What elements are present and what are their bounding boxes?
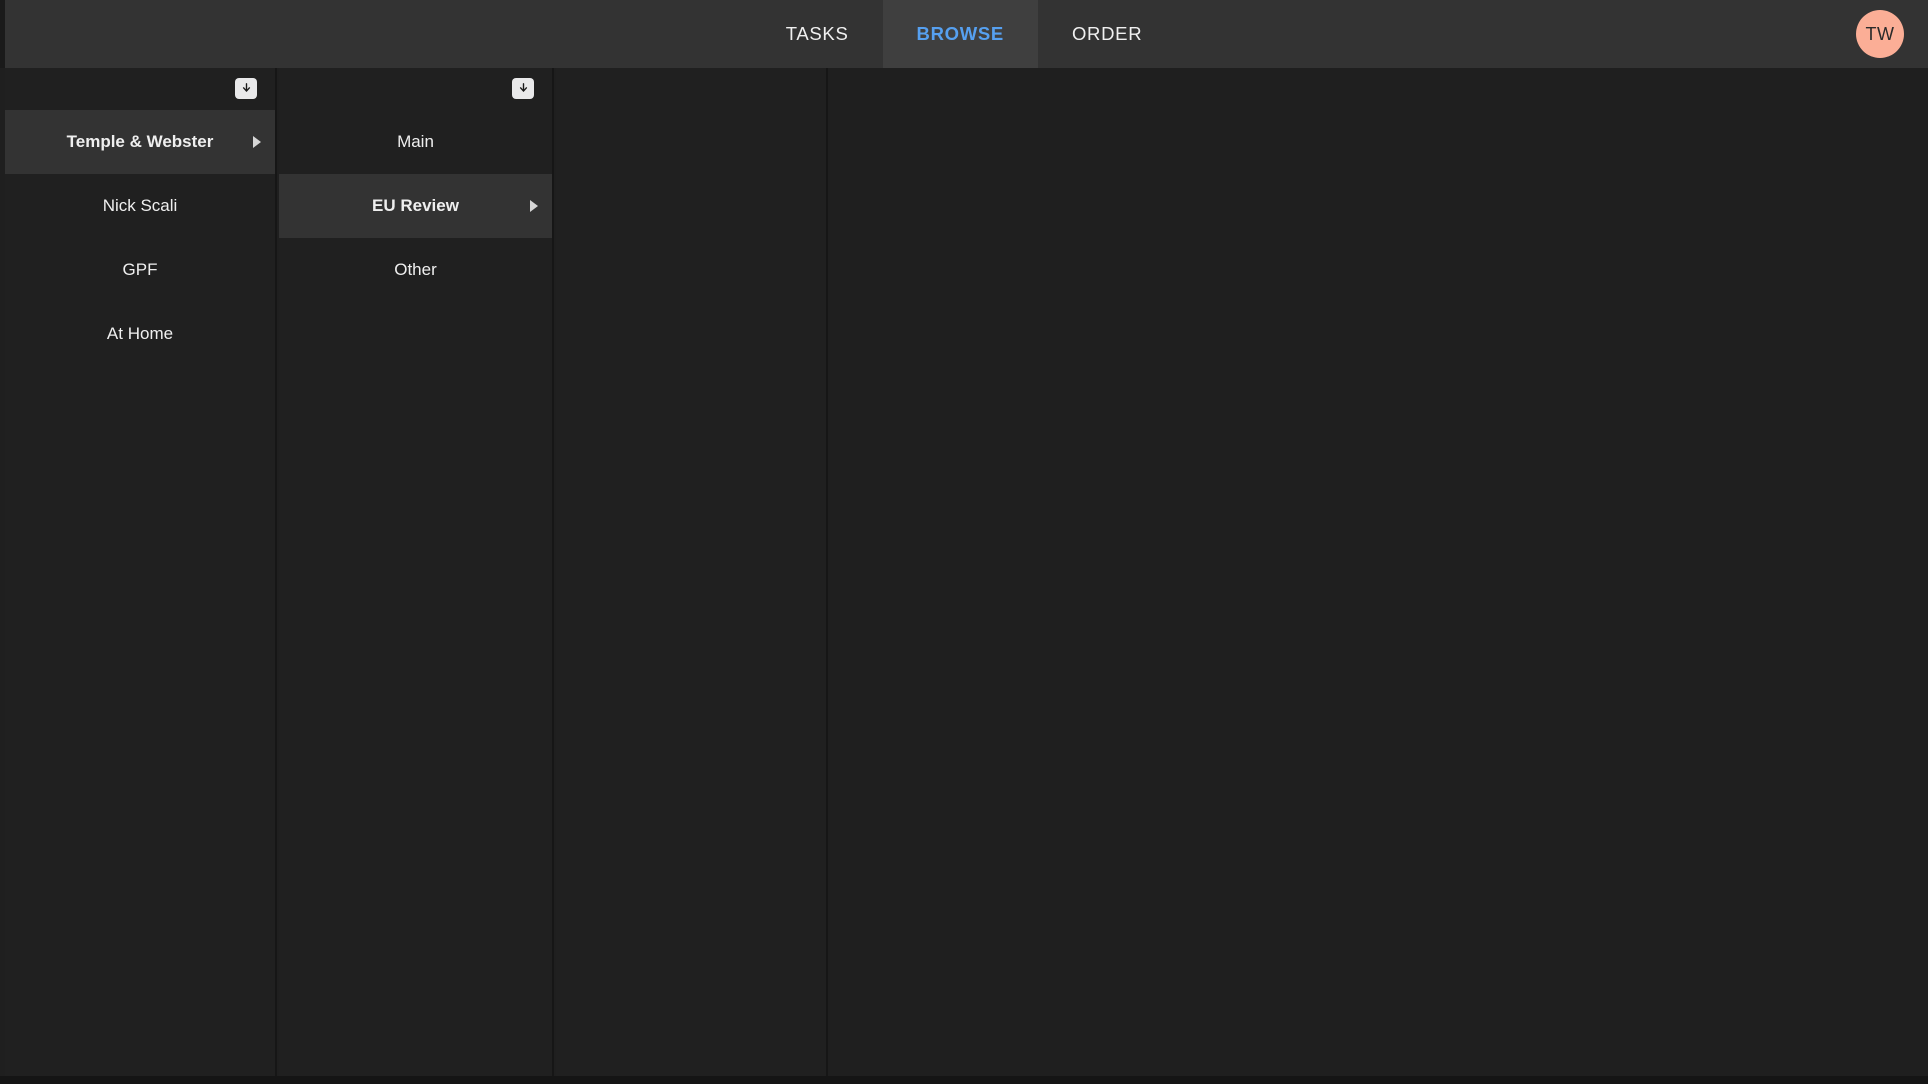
- tab-order[interactable]: ORDER: [1038, 0, 1176, 68]
- bottom-edge-strip: [0, 1076, 1928, 1084]
- miller-columns: Temple & Webster Nick Scali GPF At Home: [0, 68, 1928, 1084]
- accounts-column: Temple & Webster Nick Scali GPF At Home: [5, 68, 277, 1076]
- nav-tab-list: TASKS BROWSE ORDER: [0, 0, 1928, 68]
- tab-tasks[interactable]: TASKS: [752, 0, 883, 68]
- list-item-label: Main: [397, 132, 434, 151]
- list-item-label: EU Review: [372, 196, 459, 215]
- app-root: TASKS BROWSE ORDER TW Temple & Webster N…: [0, 0, 1928, 1084]
- accounts-column-header: [5, 68, 275, 110]
- avatar[interactable]: TW: [1856, 10, 1904, 58]
- list-item[interactable]: At Home: [5, 302, 275, 366]
- tab-browse[interactable]: BROWSE: [882, 0, 1038, 68]
- download-arrow-icon[interactable]: [512, 78, 534, 99]
- detail-column[interactable]: [556, 68, 828, 1076]
- list-item[interactable]: GPF: [5, 238, 275, 302]
- avatar-initials: TW: [1865, 23, 1895, 44]
- list-item[interactable]: EU Review: [279, 174, 552, 238]
- list-item-label: Other: [394, 260, 437, 279]
- list-item-label: GPF: [122, 260, 158, 279]
- list-item-label: Nick Scali: [102, 196, 178, 215]
- top-navigation-bar: TASKS BROWSE ORDER TW: [0, 0, 1928, 68]
- list-item-label: At Home: [106, 324, 174, 343]
- sections-column-header: [279, 68, 552, 110]
- list-item-label: Temple & Webster: [66, 132, 214, 151]
- list-item[interactable]: Other: [279, 238, 552, 302]
- list-item[interactable]: Main: [279, 110, 552, 174]
- download-arrow-icon[interactable]: [235, 78, 257, 99]
- sections-column: Main EU Review Other: [279, 68, 554, 1076]
- list-item[interactable]: Nick Scali: [5, 174, 275, 238]
- list-item[interactable]: Temple & Webster: [5, 110, 275, 174]
- sections-list: Main EU Review Other: [279, 110, 552, 302]
- chevron-right-icon: [530, 200, 538, 212]
- chevron-right-icon: [253, 136, 261, 148]
- accounts-list: Temple & Webster Nick Scali GPF At Home: [5, 110, 275, 410]
- content-column[interactable]: [830, 68, 1928, 1076]
